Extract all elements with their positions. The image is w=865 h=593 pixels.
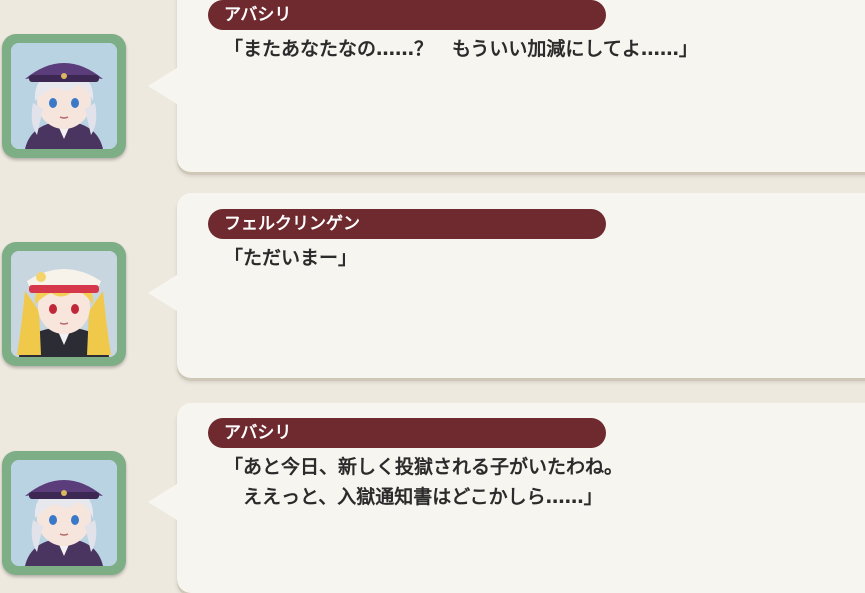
bubble-tail xyxy=(148,482,180,522)
speaker-avatar[interactable] xyxy=(2,34,126,158)
speaker-name-tag: アバシリ xyxy=(208,0,606,30)
speaker-name: アバシリ xyxy=(224,5,292,25)
speaker-avatar[interactable] xyxy=(2,451,126,575)
dialogue-line: ええっと、入獄通知書はどこかしら……」 xyxy=(224,486,603,508)
bubble-tail xyxy=(148,66,180,106)
abashiri-portrait-icon xyxy=(11,460,117,566)
dialogue-line: 「あと今日、新しく投獄される子がいたわね。 xyxy=(224,456,624,478)
dialogue-line: 「ただいまー」 xyxy=(224,247,358,269)
dialogue-line: 「またあなたなの……？ もういい加減にしてよ……」 xyxy=(224,38,698,60)
volklingen-portrait-icon xyxy=(11,251,117,357)
speaker-name: アバシリ xyxy=(224,423,292,443)
speaker-avatar[interactable] xyxy=(2,242,126,366)
bubble-tail xyxy=(148,273,180,313)
speaker-name-tag: アバシリ xyxy=(208,418,606,448)
speaker-name-tag: フェルクリンゲン xyxy=(208,209,606,239)
speaker-name: フェルクリンゲン xyxy=(224,214,360,234)
abashiri-portrait-icon xyxy=(11,43,117,149)
